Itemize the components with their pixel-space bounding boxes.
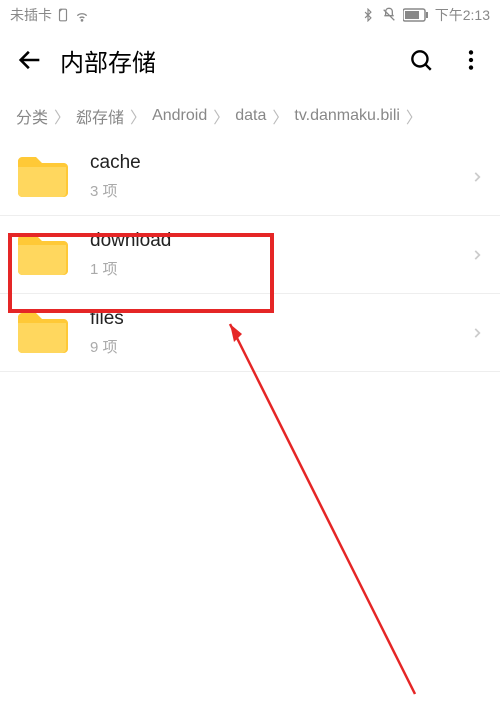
wifi-icon xyxy=(74,7,90,23)
back-icon[interactable] xyxy=(16,46,44,74)
folder-icon xyxy=(16,155,68,199)
sim-status: 未插卡 xyxy=(10,5,52,25)
chevron-right-icon: 〉 xyxy=(54,104,70,128)
bluetooth-icon xyxy=(361,8,375,22)
app-header: 内部存储 xyxy=(0,30,500,90)
folder-count: 1 项 xyxy=(90,258,470,279)
chevron-right-icon xyxy=(470,248,484,262)
crumb-root[interactable]: 分类 xyxy=(16,104,48,128)
battery-icon xyxy=(403,8,429,22)
mute-icon xyxy=(381,7,397,23)
annotation-arrow xyxy=(200,314,440,704)
chevron-right-icon: 〉 xyxy=(213,104,229,128)
folder-list: cache 3 项 download 1 项 files 9 项 xyxy=(0,138,500,372)
breadcrumb[interactable]: 分类 〉 郄存储 〉 Android 〉 data 〉 tv.danmaku.b… xyxy=(0,90,500,138)
list-item[interactable]: download 1 项 xyxy=(0,216,500,294)
folder-name: cache xyxy=(90,152,470,174)
list-item[interactable]: files 9 项 xyxy=(0,294,500,372)
chevron-right-icon: 〉 xyxy=(272,104,288,128)
folder-icon xyxy=(16,311,68,355)
folder-count: 3 项 xyxy=(90,180,470,201)
crumb-item[interactable]: data xyxy=(235,107,266,125)
chevron-right-icon xyxy=(470,326,484,340)
search-icon[interactable] xyxy=(408,47,434,73)
folder-icon xyxy=(16,233,68,277)
list-item[interactable]: cache 3 项 xyxy=(0,138,500,216)
folder-count: 9 项 xyxy=(90,336,470,357)
folder-name: files xyxy=(90,308,470,330)
crumb-item[interactable]: Android xyxy=(152,107,207,125)
sim-card-icon xyxy=(56,8,70,22)
crumb-item[interactable]: 郄存储 xyxy=(76,104,124,128)
more-icon[interactable] xyxy=(458,47,484,73)
status-bar: 未插卡 下午2:13 xyxy=(0,0,500,30)
chevron-right-icon: 〉 xyxy=(406,104,422,128)
chevron-right-icon xyxy=(470,170,484,184)
page-title: 内部存储 xyxy=(60,43,408,78)
chevron-right-icon: 〉 xyxy=(130,104,146,128)
status-time: 下午2:13 xyxy=(435,5,490,25)
folder-name: download xyxy=(90,230,470,252)
crumb-item[interactable]: tv.danmaku.bili xyxy=(294,107,400,125)
